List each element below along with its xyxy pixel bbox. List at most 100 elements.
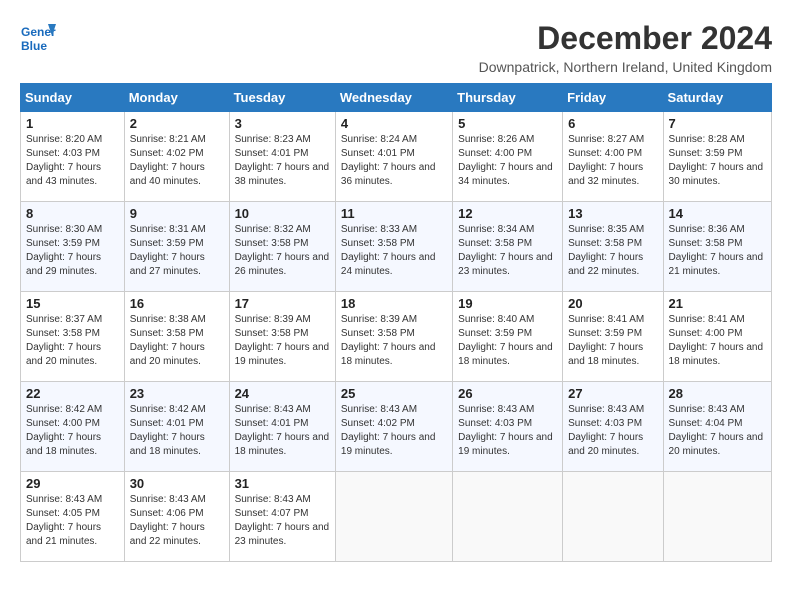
day-info: Sunrise: 8:43 AMSunset: 4:03 PMDaylight:…	[568, 403, 657, 459]
calendar-cell-15: 15 Sunrise: 8:37 AMSunset: 3:58 PMDayligh…	[21, 292, 125, 382]
day-number: 20	[568, 296, 657, 311]
calendar-cell-23: 23Sunrise: 8:42 AMSunset: 4:01 PMDayligh…	[124, 382, 229, 472]
calendar-cell-11: 11 Sunrise: 8:33 AMSunset: 3:58 PMDayligh…	[335, 202, 452, 292]
calendar-week-5: 29 Sunrise: 8:43 AMSunset: 4:05 PMDayligh…	[21, 472, 772, 562]
calendar-cell-18: 18Sunrise: 8:39 AMSunset: 3:58 PMDayligh…	[335, 292, 452, 382]
day-number: 15	[26, 296, 119, 311]
day-info: Sunrise: 8:42 AMSunset: 4:00 PMDaylight:…	[26, 403, 119, 459]
day-info: Sunrise: 8:21 AMSunset: 4:02 PMDaylight:…	[130, 133, 224, 189]
day-number: 29	[26, 476, 119, 491]
day-number: 8	[26, 206, 119, 221]
day-number: 2	[130, 116, 224, 131]
calendar-table: SundayMondayTuesdayWednesdayThursdayFrid…	[20, 83, 772, 562]
calendar-subtitle: Downpatrick, Northern Ireland, United Ki…	[479, 59, 772, 75]
day-info: Sunrise: 8:27 AMSunset: 4:00 PMDaylight:…	[568, 133, 657, 189]
day-info: Sunrise: 8:37 AMSunset: 3:58 PMDaylight:…	[26, 313, 119, 369]
calendar-cell-3: 3 Sunrise: 8:23 AMSunset: 4:01 PMDaylight…	[229, 112, 335, 202]
column-header-sunday: Sunday	[21, 84, 125, 112]
day-info: Sunrise: 8:31 AMSunset: 3:59 PMDaylight:…	[130, 223, 224, 279]
day-number: 5	[458, 116, 557, 131]
day-number: 14	[669, 206, 766, 221]
day-number: 4	[341, 116, 447, 131]
calendar-cell-24: 24 Sunrise: 8:43 AMSunset: 4:01 PMDayligh…	[229, 382, 335, 472]
calendar-cell-2: 2 Sunrise: 8:21 AMSunset: 4:02 PMDaylight…	[124, 112, 229, 202]
calendar-cell-7: 7 Sunrise: 8:28 AMSunset: 3:59 PMDaylight…	[663, 112, 771, 202]
day-info: Sunrise: 8:43 AMSunset: 4:05 PMDaylight:…	[26, 493, 119, 549]
day-info: Sunrise: 8:41 AMSunset: 3:59 PMDaylight:…	[568, 313, 657, 369]
day-number: 25	[341, 386, 447, 401]
day-number: 7	[669, 116, 766, 131]
day-info: Sunrise: 8:33 AMSunset: 3:58 PMDaylight:…	[341, 223, 447, 279]
day-info: Sunrise: 8:43 AMSunset: 4:02 PMDaylight:…	[341, 403, 447, 459]
calendar-title: December 2024	[479, 20, 772, 57]
calendar-cell-29: 29 Sunrise: 8:43 AMSunset: 4:05 PMDayligh…	[21, 472, 125, 562]
calendar-cell-16: 16Sunrise: 8:38 AMSunset: 3:58 PMDayligh…	[124, 292, 229, 382]
logo-icon: General Blue	[20, 20, 56, 56]
day-number: 27	[568, 386, 657, 401]
day-info: Sunrise: 8:43 AMSunset: 4:01 PMDaylight:…	[235, 403, 330, 459]
day-number: 6	[568, 116, 657, 131]
calendar-week-1: 1 Sunrise: 8:20 AMSunset: 4:03 PMDaylight…	[21, 112, 772, 202]
day-info: Sunrise: 8:23 AMSunset: 4:01 PMDaylight:…	[235, 133, 330, 189]
calendar-cell-4: 4 Sunrise: 8:24 AMSunset: 4:01 PMDaylight…	[335, 112, 452, 202]
empty-cell	[563, 472, 663, 562]
day-info: Sunrise: 8:24 AMSunset: 4:01 PMDaylight:…	[341, 133, 447, 189]
column-header-friday: Friday	[563, 84, 663, 112]
day-number: 10	[235, 206, 330, 221]
column-header-monday: Monday	[124, 84, 229, 112]
calendar-cell-22: 22Sunrise: 8:42 AMSunset: 4:00 PMDayligh…	[21, 382, 125, 472]
calendar-cell-25: 25 Sunrise: 8:43 AMSunset: 4:02 PMDayligh…	[335, 382, 452, 472]
calendar-cell-21: 21Sunrise: 8:41 AMSunset: 4:00 PMDayligh…	[663, 292, 771, 382]
day-number: 30	[130, 476, 224, 491]
calendar-cell-17: 17Sunrise: 8:39 AMSunset: 3:58 PMDayligh…	[229, 292, 335, 382]
column-header-wednesday: Wednesday	[335, 84, 452, 112]
calendar-cell-27: 27 Sunrise: 8:43 AMSunset: 4:03 PMDayligh…	[563, 382, 663, 472]
day-number: 1	[26, 116, 119, 131]
logo: General Blue	[20, 20, 56, 56]
day-info: Sunrise: 8:35 AMSunset: 3:58 PMDaylight:…	[568, 223, 657, 279]
day-info: Sunrise: 8:30 AMSunset: 3:59 PMDaylight:…	[26, 223, 119, 279]
page-header: General Blue December 2024 Downpatrick, …	[20, 20, 772, 75]
day-info: Sunrise: 8:43 AMSunset: 4:06 PMDaylight:…	[130, 493, 224, 549]
day-info: Sunrise: 8:28 AMSunset: 3:59 PMDaylight:…	[669, 133, 766, 189]
calendar-week-2: 8 Sunrise: 8:30 AMSunset: 3:59 PMDaylight…	[21, 202, 772, 292]
day-info: Sunrise: 8:20 AMSunset: 4:03 PMDaylight:…	[26, 133, 119, 189]
calendar-cell-26: 26 Sunrise: 8:43 AMSunset: 4:03 PMDayligh…	[453, 382, 563, 472]
calendar-cell-19: 19 Sunrise: 8:40 AMSunset: 3:59 PMDayligh…	[453, 292, 563, 382]
day-number: 26	[458, 386, 557, 401]
day-number: 13	[568, 206, 657, 221]
day-info: Sunrise: 8:26 AMSunset: 4:00 PMDaylight:…	[458, 133, 557, 189]
day-info: Sunrise: 8:39 AMSunset: 3:58 PMDaylight:…	[341, 313, 447, 369]
day-number: 24	[235, 386, 330, 401]
calendar-cell-12: 12 Sunrise: 8:34 AMSunset: 3:58 PMDayligh…	[453, 202, 563, 292]
day-info: Sunrise: 8:42 AMSunset: 4:01 PMDaylight:…	[130, 403, 224, 459]
calendar-cell-6: 6 Sunrise: 8:27 AMSunset: 4:00 PMDaylight…	[563, 112, 663, 202]
empty-cell	[335, 472, 452, 562]
column-header-tuesday: Tuesday	[229, 84, 335, 112]
day-info: Sunrise: 8:43 AMSunset: 4:03 PMDaylight:…	[458, 403, 557, 459]
title-section: December 2024 Downpatrick, Northern Irel…	[479, 20, 772, 75]
calendar-cell-9: 9Sunrise: 8:31 AMSunset: 3:59 PMDaylight…	[124, 202, 229, 292]
day-number: 16	[130, 296, 224, 311]
day-info: Sunrise: 8:43 AMSunset: 4:04 PMDaylight:…	[669, 403, 766, 459]
calendar-cell-5: 5 Sunrise: 8:26 AMSunset: 4:00 PMDaylight…	[453, 112, 563, 202]
calendar-cell-1: 1 Sunrise: 8:20 AMSunset: 4:03 PMDaylight…	[21, 112, 125, 202]
day-number: 19	[458, 296, 557, 311]
day-info: Sunrise: 8:40 AMSunset: 3:59 PMDaylight:…	[458, 313, 557, 369]
day-number: 12	[458, 206, 557, 221]
day-info: Sunrise: 8:34 AMSunset: 3:58 PMDaylight:…	[458, 223, 557, 279]
calendar-cell-14: 14 Sunrise: 8:36 AMSunset: 3:58 PMDayligh…	[663, 202, 771, 292]
day-number: 11	[341, 206, 447, 221]
calendar-cell-20: 20 Sunrise: 8:41 AMSunset: 3:59 PMDayligh…	[563, 292, 663, 382]
calendar-cell-28: 28Sunrise: 8:43 AMSunset: 4:04 PMDayligh…	[663, 382, 771, 472]
day-info: Sunrise: 8:43 AMSunset: 4:07 PMDaylight:…	[235, 493, 330, 549]
calendar-cell-31: 31Sunrise: 8:43 AMSunset: 4:07 PMDayligh…	[229, 472, 335, 562]
empty-cell	[453, 472, 563, 562]
calendar-week-3: 15 Sunrise: 8:37 AMSunset: 3:58 PMDayligh…	[21, 292, 772, 382]
day-number: 3	[235, 116, 330, 131]
day-info: Sunrise: 8:36 AMSunset: 3:58 PMDaylight:…	[669, 223, 766, 279]
day-info: Sunrise: 8:39 AMSunset: 3:58 PMDaylight:…	[235, 313, 330, 369]
column-header-thursday: Thursday	[453, 84, 563, 112]
calendar-cell-10: 10Sunrise: 8:32 AMSunset: 3:58 PMDayligh…	[229, 202, 335, 292]
column-header-saturday: Saturday	[663, 84, 771, 112]
